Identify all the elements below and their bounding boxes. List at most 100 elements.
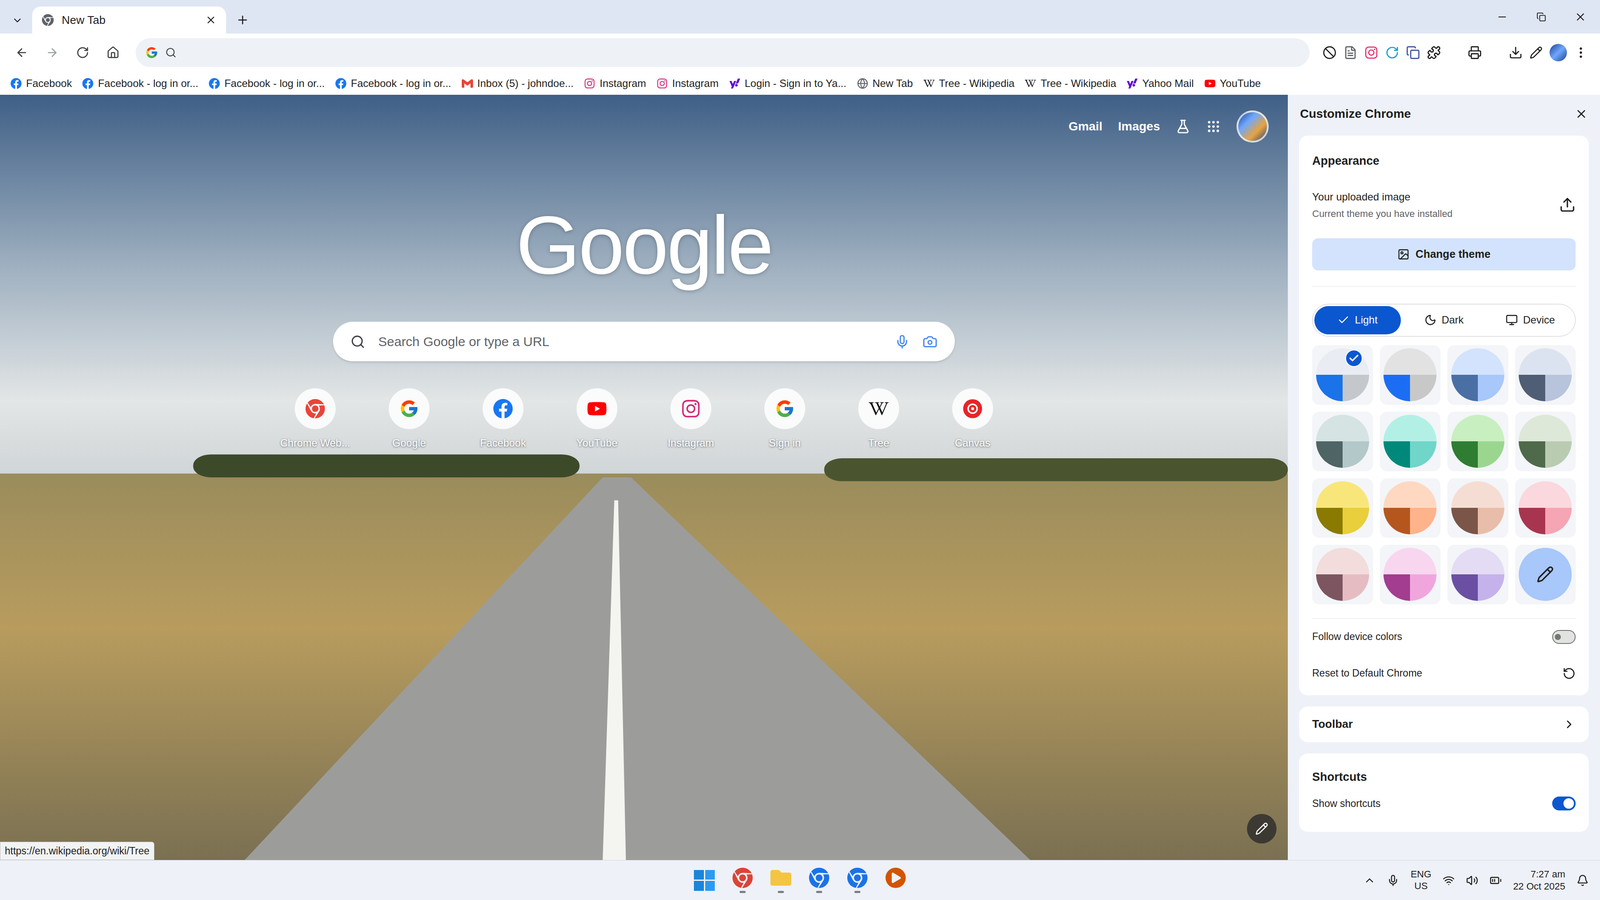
taskbar-app[interactable] [882,867,909,894]
minimize-button[interactable] [1482,0,1522,34]
shortcut-label: Google [392,435,426,451]
close-window-button[interactable] [1560,0,1600,34]
reset-row[interactable]: Reset to Default Chrome [1312,655,1576,692]
youtube-icon [1204,77,1216,90]
menu-icon[interactable] [1573,45,1588,60]
mode-option[interactable]: Dark [1400,306,1488,335]
shortcut-icon-circle [388,388,430,430]
taskbar-app[interactable] [767,867,794,894]
theme-swatch[interactable] [1515,345,1577,405]
document-icon[interactable] [1343,45,1358,60]
apps-icon[interactable] [1206,119,1221,134]
download-icon[interactable] [1508,45,1523,60]
bookmark[interactable]: Instagram [579,73,651,94]
bookmark[interactable]: Yahoo Mail [1122,73,1198,94]
mic-icon[interactable] [894,334,910,350]
account-avatar[interactable] [1236,110,1269,143]
theme-swatch[interactable] [1515,544,1577,605]
bookmark[interactable]: Facebook [6,73,77,94]
taskbar-app[interactable] [844,867,871,894]
nav-button[interactable] [100,40,126,65]
theme-swatch[interactable] [1380,345,1441,405]
nav-button[interactable] [40,40,65,65]
theme-swatch[interactable] [1380,478,1441,538]
mode-option[interactable]: Light [1314,306,1401,335]
shortcut-tile[interactable]: Tree [831,388,926,451]
chevron-up-icon[interactable] [1363,874,1376,887]
customize-button[interactable] [1246,813,1277,844]
shortcut-tile[interactable]: YouTube [550,388,644,451]
bookmark[interactable]: Tree - Wikipedia [919,73,1020,94]
theme-swatch[interactable] [1312,345,1374,405]
follow-device-toggle[interactable] [1552,630,1576,644]
theme-swatch[interactable] [1312,478,1374,538]
theme-swatch[interactable] [1515,478,1577,538]
bookmark[interactable]: New Tab [852,73,918,94]
bookmark[interactable]: Facebook - log in or... [330,73,456,94]
extension-icon[interactable] [1406,45,1420,60]
show-shortcuts-toggle[interactable] [1552,796,1576,811]
theme-swatch[interactable] [1380,411,1441,472]
change-theme-button[interactable]: Change theme [1312,238,1576,271]
toolbar-card[interactable]: Toolbar [1299,706,1589,743]
volume-icon[interactable] [1466,874,1479,887]
theme-swatch[interactable] [1447,411,1509,472]
pencil-icon[interactable] [1529,46,1543,60]
search-box[interactable]: Search Google or type a URL [333,321,955,362]
new-tab-button[interactable] [229,6,256,34]
close-tab-icon[interactable] [205,14,217,26]
tab-search-button[interactable] [8,7,27,34]
shortcut-tile[interactable]: Chrome Web... [268,388,363,451]
wikipedia-icon [923,77,935,90]
close-panel-icon[interactable] [1574,107,1588,121]
lens-icon[interactable] [922,334,938,350]
theme-swatch[interactable] [1447,478,1509,538]
nav-button[interactable] [70,40,95,65]
blocker-icon[interactable] [1322,45,1337,60]
theme-swatch[interactable] [1447,345,1509,405]
notification-icon[interactable] [1576,874,1589,887]
tab[interactable]: New Tab [32,6,227,34]
theme-swatch[interactable] [1312,544,1374,605]
pencil-icon [1536,565,1554,584]
bookmark[interactable]: YouTube [1200,73,1266,94]
restore-button[interactable] [1521,0,1561,34]
extension-icon[interactable] [1385,45,1400,60]
bookmark[interactable]: Login - Sign in to Ya... [724,73,851,94]
start-button[interactable] [693,870,715,891]
theme-swatch[interactable] [1515,411,1577,472]
shortcut-tile[interactable]: Instagram [643,388,738,451]
shortcut-tile[interactable]: Google [362,388,457,451]
nav-button[interactable] [9,40,34,65]
puzzle-icon[interactable] [1426,45,1441,60]
header-link[interactable]: Images [1118,117,1161,136]
bookmark[interactable]: Facebook - log in or... [77,73,203,94]
bookmark[interactable]: Facebook - log in or... [204,73,330,94]
theme-swatch[interactable] [1380,544,1441,605]
labs-icon[interactable] [1175,119,1191,134]
shortcut-tile[interactable]: Facebook [456,388,550,451]
language-indicator[interactable]: ENGUS [1410,868,1432,892]
mic-icon[interactable] [1386,874,1400,887]
taskbar-app[interactable] [806,867,833,894]
upload-icon[interactable] [1559,196,1576,214]
clock[interactable]: 7:27 am22 Oct 2025 [1513,868,1566,893]
header-link[interactable]: Gmail [1068,117,1103,136]
theme-swatch[interactable] [1312,411,1374,472]
bookmark[interactable]: Inbox (5) - johndoe... [457,73,578,94]
address-bar[interactable] [135,38,1310,67]
shortcut-tile[interactable]: Sign in [737,388,832,451]
color-swatch-icon [1383,414,1437,468]
bookmark[interactable]: Tree - Wikipedia [1020,73,1121,94]
yahoo-icon [729,77,741,90]
wifi-icon[interactable] [1442,874,1455,887]
bookmark[interactable]: Instagram [652,73,724,94]
battery-icon[interactable] [1489,874,1502,887]
shortcut-tile[interactable]: Canvas [925,388,1020,451]
mode-option[interactable]: Device [1486,306,1574,335]
printer-icon[interactable] [1467,45,1482,60]
taskbar-app[interactable] [729,867,756,894]
theme-swatch[interactable] [1447,544,1509,605]
extension-icon[interactable] [1364,45,1379,60]
profile-avatar[interactable] [1549,43,1567,62]
